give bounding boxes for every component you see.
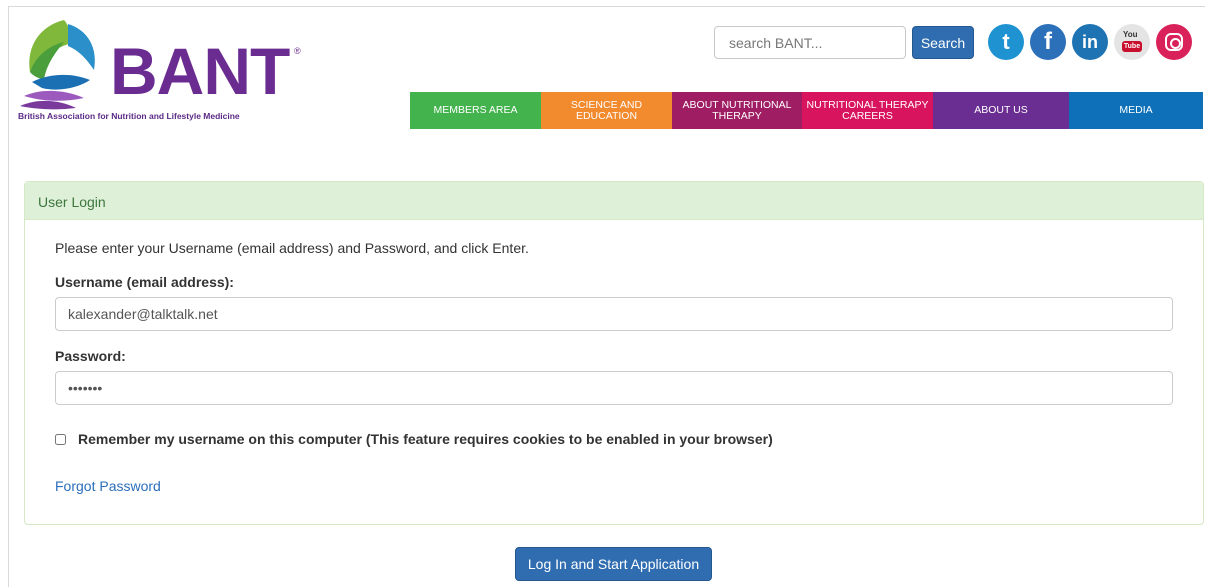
linkedin-glyph: in xyxy=(1082,31,1098,52)
remember-me-row: Remember my username on this computer (T… xyxy=(55,431,773,447)
bant-leaf-icon xyxy=(20,20,95,110)
twitter-icon[interactable]: t xyxy=(988,24,1024,60)
remember-me-label[interactable]: Remember my username on this computer (T… xyxy=(78,431,773,447)
remember-me-checkbox[interactable] xyxy=(55,433,66,445)
youtube-logo: You Tube xyxy=(1121,30,1143,54)
instagram-glyph xyxy=(1165,33,1183,51)
brand-tagline: British Association for Nutrition and Li… xyxy=(18,111,240,121)
nav-members-area[interactable]: MEMBERS AREA xyxy=(410,92,541,129)
instagram-icon[interactable] xyxy=(1156,24,1192,60)
search-input[interactable] xyxy=(714,26,906,59)
panel-title: User Login xyxy=(25,182,1203,220)
forgot-password-link[interactable]: Forgot Password xyxy=(55,478,161,494)
facebook-glyph: f xyxy=(1044,28,1052,55)
brand-name: BANT xyxy=(110,34,290,108)
registered-mark: ® xyxy=(294,46,301,56)
username-field[interactable] xyxy=(55,297,1173,331)
twitter-glyph: t xyxy=(1002,29,1010,54)
nav-about-us[interactable]: ABOUT US xyxy=(933,92,1069,129)
nav-nutritional-therapy-careers[interactable]: NUTRITIONAL THERAPY CAREERS xyxy=(802,92,933,129)
search-button[interactable]: Search xyxy=(912,26,974,59)
facebook-icon[interactable]: f xyxy=(1030,24,1066,60)
linkedin-icon[interactable]: in xyxy=(1072,24,1108,60)
nav-science-and-education[interactable]: SCIENCE AND EDUCATION xyxy=(541,92,672,129)
username-label: Username (email address): xyxy=(55,274,234,290)
password-label: Password: xyxy=(55,348,126,364)
youtube-icon[interactable]: You Tube xyxy=(1114,24,1150,60)
password-field[interactable] xyxy=(55,371,1173,405)
nav-media[interactable]: MEDIA xyxy=(1069,92,1203,129)
youtube-tube-text: Tube xyxy=(1122,41,1142,52)
main-nav: MEMBERS AREA SCIENCE AND EDUCATION ABOUT… xyxy=(410,92,1203,129)
youtube-you-text: You xyxy=(1123,30,1138,39)
login-submit-button[interactable]: Log In and Start Application xyxy=(515,547,712,581)
login-instructions: Please enter your Username (email addres… xyxy=(55,240,529,256)
frame-border-top xyxy=(8,6,1205,7)
nav-about-nutritional-therapy[interactable]: ABOUT NUTRITIONAL THERAPY xyxy=(672,92,802,129)
frame-border-left xyxy=(8,6,9,587)
user-login-panel: User Login Please enter your Username (e… xyxy=(24,181,1204,525)
bant-logo[interactable]: BANT ® British Association for Nutrition… xyxy=(18,16,318,126)
